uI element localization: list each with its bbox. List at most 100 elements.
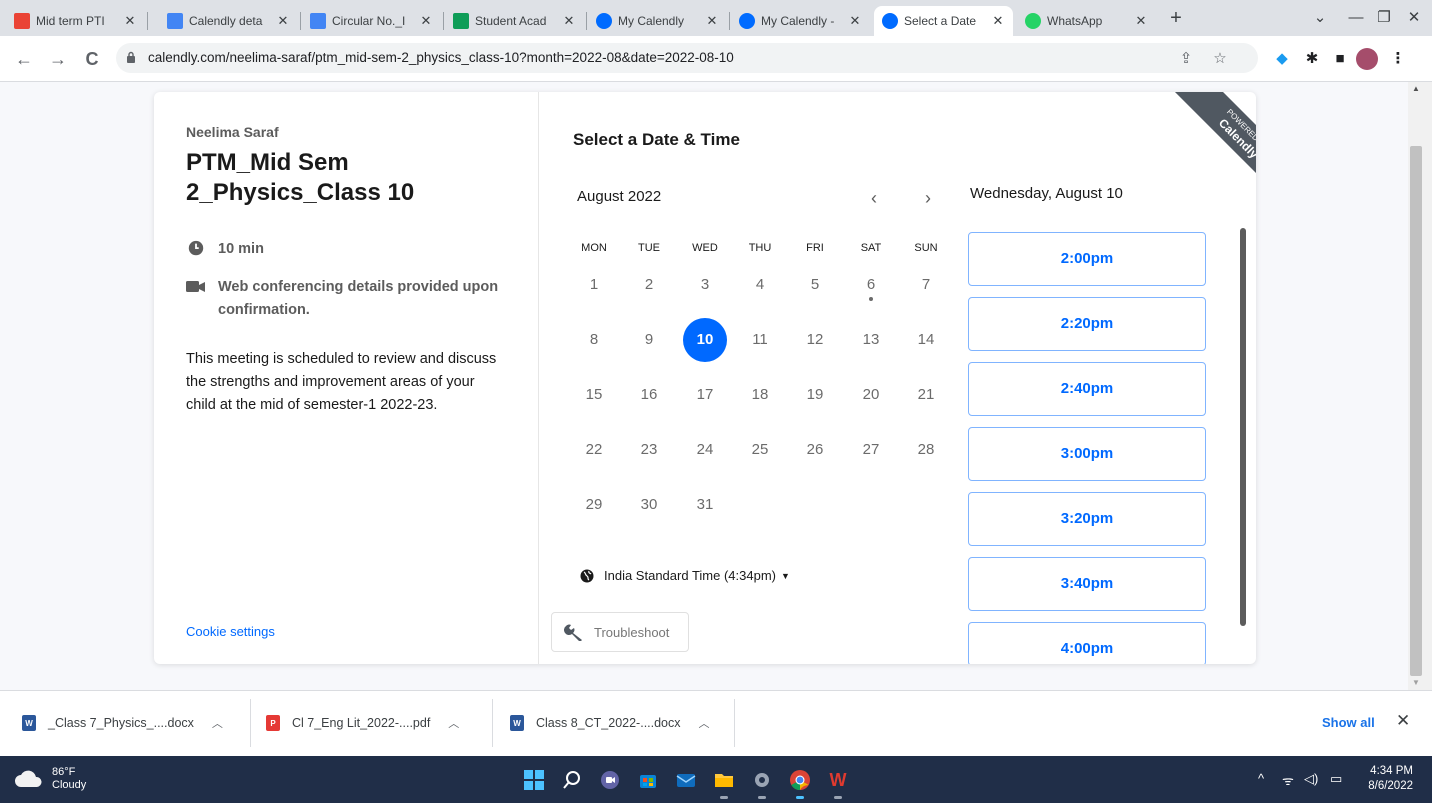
calendar-day: 3 [700,276,710,293]
docs-icon [167,13,183,29]
tab-close-icon[interactable]: ✕ [123,13,137,29]
tab-title: Circular No._I [332,14,406,28]
calendar-day: 13 [862,331,880,348]
download-item[interactable]: P Cl 7_Eng Lit_2022-....pdf ︿ [266,711,459,735]
scrollbar-thumb[interactable] [1410,146,1422,676]
powered-by-calendly-badge[interactable]: POWERED BY Calendly [1151,92,1256,207]
tab-close-icon[interactable]: ✕ [848,13,862,29]
calendar-day: 14 [917,331,935,348]
browser-tab[interactable]: My Calendly ✕ [588,6,727,36]
calendar-day: 2 [644,276,654,293]
close-downloads-icon[interactable]: ✕ [1396,711,1410,731]
time-slot-button[interactable]: 3:00pm [968,427,1206,481]
windows-start-icon[interactable] [518,764,550,796]
weather-widget[interactable]: 86°F Cloudy [14,766,86,792]
time-slot-button[interactable]: 2:20pm [968,297,1206,351]
tab-close-icon[interactable]: ✕ [276,13,290,29]
browser-tab[interactable]: WhatsApp ✕ [1017,6,1156,36]
download-options-icon[interactable]: ︿ [699,715,710,731]
timezone-selector[interactable]: India Standard Time (4:34pm) ▼ [580,568,790,583]
time-slot-button[interactable]: 2:40pm [968,362,1206,416]
tab-close-icon[interactable]: ✕ [705,13,719,29]
url-text: calendly.com/neelima-saraf/ptm_mid-sem-2… [148,50,734,65]
calendar-day: 7 [921,276,931,293]
minimize-icon[interactable]: — [1342,6,1370,30]
forward-icon[interactable]: → [44,45,72,73]
time-slot-button[interactable]: 3:40pm [968,557,1206,611]
volume-icon[interactable]: ◁) [1304,771,1318,787]
new-tab-icon[interactable]: + [1162,6,1190,30]
time-slot-button[interactable]: 3:20pm [968,492,1206,546]
troubleshoot-button[interactable]: Troubleshoot [551,612,689,652]
chrome-icon[interactable] [784,764,816,799]
system-clock[interactable]: 4:34 PM 8/6/2022 [1353,764,1413,794]
mail-icon[interactable] [670,764,702,796]
video-camera-icon [186,281,205,292]
calendly-icon [596,13,612,29]
download-item[interactable]: W Class 8_CT_2022-....docx ︿ [510,711,710,735]
back-icon[interactable]: ← [10,45,38,73]
tab-close-icon[interactable]: ✕ [562,13,576,29]
address-bar[interactable]: calendly.com/neelima-saraf/ptm_mid-sem-2… [116,43,1258,73]
file-explorer-icon[interactable] [708,764,740,799]
word-file-icon: W [22,715,36,731]
reload-icon[interactable]: C [78,45,106,73]
battery-icon[interactable]: ▭ [1330,771,1342,787]
calendar-day: 11 [752,331,768,348]
tray-overflow-icon[interactable]: ^ [1258,771,1264,786]
restore-icon[interactable]: ❐ [1370,6,1398,30]
previous-month-icon[interactable]: ‹ [860,184,888,212]
profile-avatar[interactable] [1356,48,1378,70]
tab-close-icon[interactable]: ✕ [419,13,433,29]
menu-icon[interactable]: ⋮ [1388,49,1408,69]
calendar-day: 28 [917,441,935,458]
bookmark-star-icon[interactable]: ☆ [1210,49,1230,69]
tab-search-icon[interactable]: ⌄ [1306,6,1334,30]
scroll-down-icon[interactable]: ▼ [1412,678,1420,687]
extensions-puzzle-icon[interactable]: ✱ [1302,49,1322,69]
search-icon[interactable] [556,764,588,796]
browser-tab[interactable]: My Calendly - ✕ [731,6,870,36]
calendar-day: 26 [806,441,824,458]
show-all-downloads-button[interactable]: Show all [1322,715,1375,730]
pdf-file-icon: P [266,715,280,731]
page-content: Neelima Saraf PTM_Mid Sem 2_Physics_Clas… [0,82,1408,690]
window-close-icon[interactable]: ✕ [1400,6,1428,30]
duration-text: 10 min [218,241,264,257]
tab-close-icon[interactable]: ✕ [991,13,1005,29]
download-options-icon[interactable]: ︿ [448,715,459,731]
side-panel-icon[interactable]: ■ [1330,49,1350,69]
browser-tab[interactable]: Circular No._I ✕ [302,6,441,36]
page-scrollbar[interactable]: ▲ ▼ [1408,82,1432,690]
browser-tab[interactable]: Select a Date ✕ [874,6,1013,36]
teams-chat-icon[interactable] [594,764,626,796]
calendar-day: 1 [589,276,599,293]
browser-tab[interactable]: Mid term PTI ✕ [6,6,145,36]
browser-tab[interactable]: Calendly deta ✕ [159,6,298,36]
extension-icon[interactable]: ◆ [1272,49,1292,69]
selected-day[interactable]: 10 [683,318,727,362]
settings-gear-icon[interactable] [746,764,778,799]
scroll-up-icon[interactable]: ▲ [1412,84,1420,93]
badge-calendly: Calendly [1215,115,1256,162]
tab-separator [586,12,587,30]
gmail-icon [14,13,30,29]
time-slot-scrollbar[interactable] [1240,228,1246,626]
share-icon[interactable]: ⇪ [1176,49,1196,69]
troubleshoot-label: Troubleshoot [594,624,670,640]
time-slot-button[interactable]: 4:00pm [968,622,1206,664]
next-month-icon[interactable]: › [914,184,942,212]
wps-office-icon[interactable]: W [822,764,854,799]
download-options-icon[interactable]: ︿ [212,715,223,731]
microsoft-store-icon[interactable] [632,764,664,796]
calendar-day: 23 [640,441,658,458]
cookie-settings-link[interactable]: Cookie settings [186,624,275,639]
calendar-day: 29 [585,496,603,513]
download-item[interactable]: W _Class 7_Physics_....docx ︿ [22,711,223,735]
tab-title: WhatsApp [1047,14,1103,28]
wifi-icon[interactable]: ᯤ [1282,771,1294,789]
time-slot-button[interactable]: 2:00pm [968,232,1206,286]
browser-tab[interactable]: Student Acad ✕ [445,6,584,36]
conferencing-text: Web conferencing details provided upon c… [218,279,499,318]
tab-close-icon[interactable]: ✕ [1134,13,1148,29]
